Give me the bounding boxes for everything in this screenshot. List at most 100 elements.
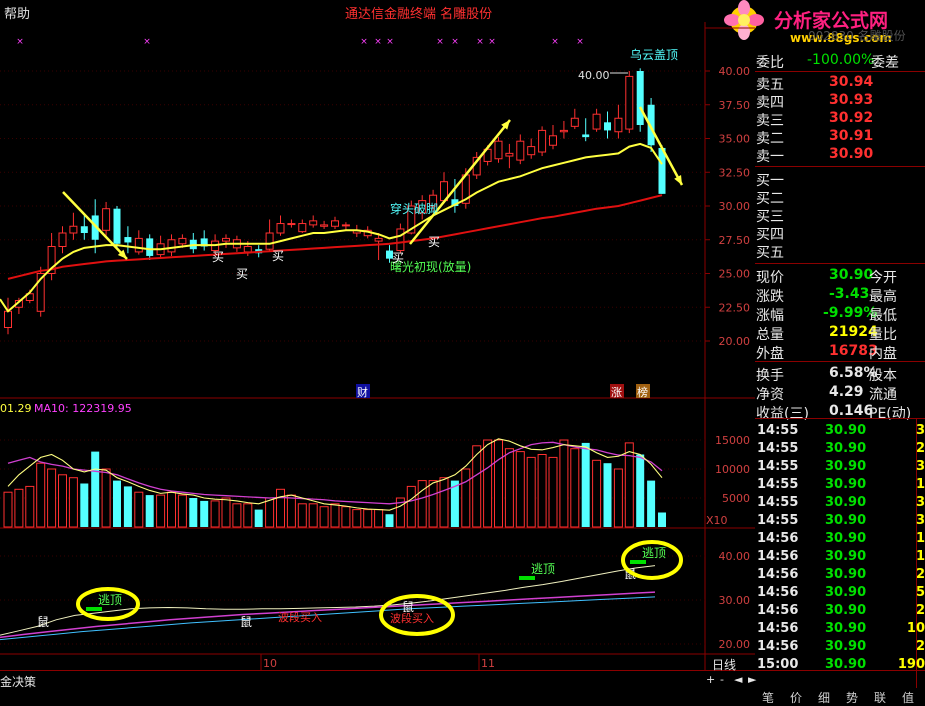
buy-signal-label: 买 <box>236 267 248 281</box>
bid-row: 买四 <box>755 224 925 243</box>
quote-label-2: 最高 <box>869 289 897 305</box>
pierce-label: 穿头破脚 <box>390 201 438 216</box>
volume-bar <box>232 503 242 528</box>
candle-body <box>582 134 590 138</box>
nav-button-1[interactable]: - <box>720 673 724 686</box>
candle-body <box>494 140 503 160</box>
volume-bar <box>319 506 329 528</box>
nav-button-0[interactable]: + <box>706 673 715 686</box>
escape-top-label: 逃顶 <box>531 562 555 576</box>
quote-row: 现价 30.90 今开 <box>755 267 925 286</box>
candle-body <box>58 232 67 247</box>
signal-marker-icon: × <box>360 37 368 47</box>
bottom-tab-4[interactable]: 联 <box>869 689 891 705</box>
candle-body <box>538 129 547 153</box>
list-marker[interactable]: 榜 <box>637 385 648 399</box>
ask-price: 30.91 <box>829 128 874 144</box>
quote-label-2: 流通 <box>869 387 897 403</box>
bid-row: 买二 <box>755 188 925 207</box>
escape-top-label: 逃顶 <box>642 546 666 560</box>
trade-row: 14:55 30.90 3 <box>755 513 925 531</box>
candle-body <box>341 224 350 227</box>
volume-bar <box>559 439 569 528</box>
band-buy-label: 波段买入 <box>278 610 322 624</box>
volume-bar <box>461 468 471 528</box>
candle-body <box>516 140 525 161</box>
order-ratio-row: 委比 -100.00% 委差 <box>755 52 925 71</box>
volume-bar <box>68 477 78 528</box>
volume-bar <box>308 503 318 528</box>
price-tick: 40.00 <box>719 65 751 78</box>
signal-marker-icon: × <box>436 37 444 47</box>
ask-row: 卖四 30.93 <box>755 92 925 111</box>
bottom-tab-0[interactable]: 笔 <box>757 689 779 705</box>
trade-volume: 2 <box>915 603 925 618</box>
indicator-tick: 40.00 <box>719 550 751 563</box>
buy-signal-label: 买 <box>272 249 284 263</box>
kline-chart[interactable]: 01.29 MA10: 122319.95 40.00 37.50 35.00 32.5… <box>0 22 755 670</box>
trade-volume: 2 <box>915 441 925 456</box>
quote-label-2: 最低 <box>869 308 897 324</box>
formula-tab[interactable]: 金决策 <box>0 673 36 690</box>
trade-volume: 3 <box>915 495 925 510</box>
rat-signal-label: 鼠 <box>240 615 252 629</box>
trade-price: 30.90 <box>825 639 867 654</box>
ask-label: 卖二 <box>756 131 784 147</box>
price-tick: 35.00 <box>719 133 751 146</box>
bottom-tab-5[interactable]: 值 <box>897 689 919 705</box>
signal-marker-icon: × <box>16 37 24 47</box>
candle-body <box>167 239 176 253</box>
trade-volume: 3 <box>915 423 925 438</box>
trade-time: 14:56 <box>757 567 799 582</box>
dark-cloud-label: 乌云盖顶 <box>630 47 678 62</box>
quote-label: 外盘 <box>756 346 784 362</box>
candle-body <box>604 122 611 131</box>
nav-button-2[interactable]: ◄ <box>734 673 742 686</box>
quote-label-2: 今开 <box>869 270 897 286</box>
buy-signal-label: 买 <box>212 250 224 264</box>
trade-row: 14:56 30.90 2 <box>755 639 925 657</box>
candle-body <box>592 113 601 130</box>
volume-bar <box>526 456 536 528</box>
bid-label: 买四 <box>756 227 784 243</box>
trade-price: 30.90 <box>825 621 867 636</box>
limit-up-marker[interactable]: 涨 <box>611 386 622 399</box>
candle-body <box>625 75 634 130</box>
high-price-label: 40.00 <box>578 69 610 82</box>
trade-price: 30.90 <box>825 441 867 456</box>
trade-price: 30.90 <box>825 549 867 564</box>
volume-bar <box>210 500 220 528</box>
trade-time: 14:56 <box>757 603 799 618</box>
volume-bar <box>25 485 35 528</box>
trade-time: 14:55 <box>757 477 799 492</box>
price-tick: 27.50 <box>719 234 751 247</box>
trade-price: 30.90 <box>825 585 867 600</box>
rat-signal-label: 鼠 <box>37 615 49 629</box>
candle-body <box>265 232 274 250</box>
period-label[interactable]: 日线 <box>712 656 736 673</box>
nav-button-3[interactable]: ► <box>748 673 756 686</box>
ask-row: 卖一 30.90 <box>755 146 925 165</box>
quote-row: 涨跌 -3.43 最高 <box>755 286 925 305</box>
finance-marker[interactable]: 财 <box>357 385 368 399</box>
bottom-tab-2[interactable]: 细 <box>813 689 835 705</box>
trade-volume: 10 <box>906 621 925 636</box>
volume-bar <box>254 509 263 527</box>
signal-marker-icon: × <box>551 37 559 47</box>
bottom-tab-1[interactable]: 价 <box>785 689 807 705</box>
volume-bar <box>113 480 121 527</box>
volume-bar <box>14 488 24 528</box>
quote-label: 换手 <box>756 368 784 384</box>
volume-ma10-label: MA10: 122319.95 <box>34 402 132 415</box>
volume-bar <box>221 497 231 528</box>
candle-body <box>134 237 143 253</box>
volume-bar <box>101 468 111 528</box>
volume-bar <box>145 495 154 527</box>
signal-marker-icon: × <box>451 37 459 47</box>
buy-signal-label: 买 <box>428 235 440 249</box>
trade-time: 14:55 <box>757 441 799 456</box>
trade-time: 14:55 <box>757 459 799 474</box>
help-menu[interactable]: 帮助 <box>4 3 30 22</box>
trade-volume: 3 <box>915 513 925 528</box>
bottom-tab-3[interactable]: 势 <box>841 689 863 705</box>
